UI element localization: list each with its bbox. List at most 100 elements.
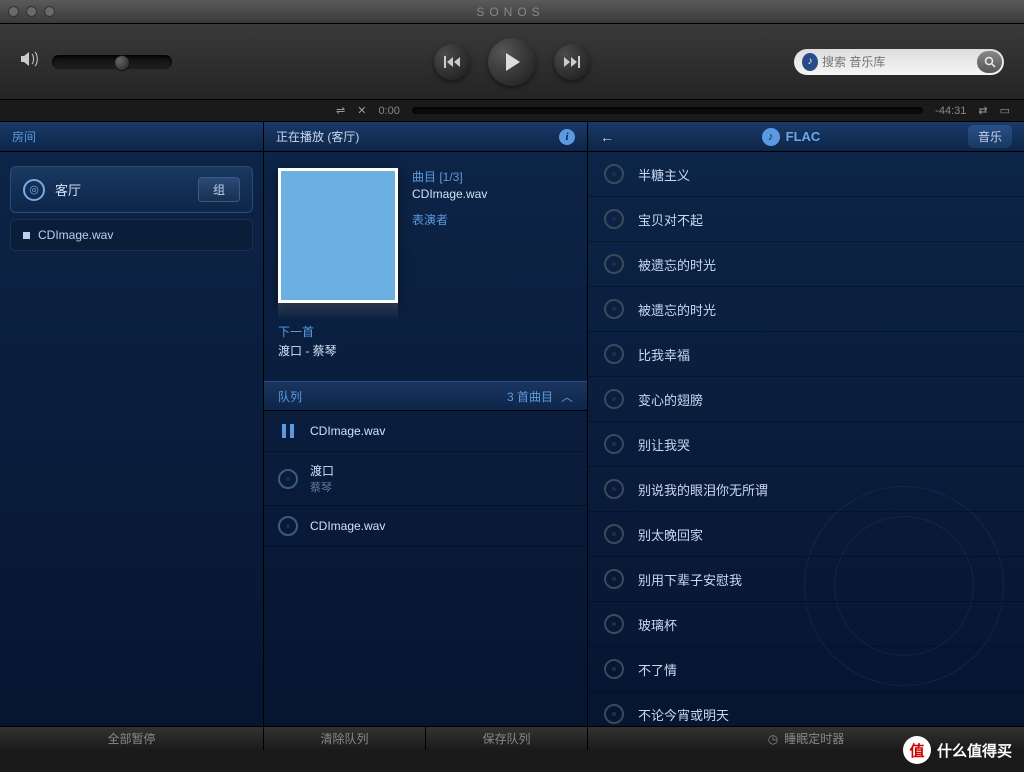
track-title: 别说我的眼泪你无所谓 (638, 480, 768, 499)
time-bar: ⇌ ✕ 0:00 -44:31 ⇄ ▭ (0, 100, 1024, 122)
library-track[interactable]: 变心的翅膀 (588, 377, 1024, 422)
room-track-name: CDImage.wav (38, 228, 113, 242)
disc-icon (604, 209, 624, 229)
library-track[interactable]: 别太晚回家 (588, 512, 1024, 557)
shuffle-icon[interactable]: ✕ (357, 104, 366, 117)
queue-count: 3 首曲目 (507, 388, 553, 405)
progress-bar[interactable] (412, 107, 923, 114)
prev-button[interactable] (434, 44, 470, 80)
play-button[interactable] (488, 38, 536, 86)
track-title: 不论今宵或明天 (638, 705, 729, 724)
speaker-icon: ◎ (23, 179, 45, 201)
library-track[interactable]: 别说我的眼泪你无所谓 (588, 467, 1024, 512)
queue-header: 队列 3 首曲目 ︿ (264, 381, 587, 411)
now-header-title: 正在播放 (客厅) (276, 128, 559, 145)
now-playing-info: 曲目 [1/3] CDImage.wav 表演者 (264, 152, 587, 319)
library-track[interactable]: 玻璃杯 (588, 602, 1024, 647)
track-title: 玻璃杯 (638, 615, 677, 634)
minimize-window[interactable] (26, 6, 37, 17)
library-track[interactable]: 比我幸福 (588, 332, 1024, 377)
app-title: SONOS (55, 5, 966, 19)
library-track[interactable]: 半糖主义 (588, 152, 1024, 197)
artist-label: 表演者 (412, 211, 487, 228)
repeat-icon[interactable]: ⇌ (336, 104, 345, 117)
search-box: ♪ (794, 49, 1004, 75)
chevron-up-icon[interactable]: ︿ (561, 388, 573, 405)
now-playing-header: 正在播放 (客厅) i (264, 122, 587, 152)
library-title: FLAC (786, 129, 821, 144)
track-title: 不了情 (638, 660, 677, 679)
elapsed-time: 0:00 (378, 105, 399, 117)
disc-icon (604, 524, 624, 544)
music-note-icon: ♪ (802, 53, 818, 71)
next-button[interactable] (554, 44, 590, 80)
library-track[interactable]: 不论今宵或明天 (588, 692, 1024, 726)
track-title: 别太晚回家 (638, 525, 703, 544)
next-label: 下一首 (278, 323, 573, 340)
disc-icon (604, 704, 624, 724)
queue-item-title: 渡口 (310, 462, 334, 479)
queue-item-artist: 蔡琴 (310, 479, 334, 495)
next-track: 渡口 - 蔡琴 (278, 342, 573, 359)
crossfade-icon[interactable]: ⇄ (978, 104, 987, 117)
eq-icon[interactable]: ▭ (1000, 104, 1010, 117)
now-playing-column: 正在播放 (客厅) i 曲目 [1/3] CDImage.wav 表演者 下一首… (264, 122, 588, 726)
info-icon[interactable]: i (559, 129, 575, 145)
next-track-info: 下一首 渡口 - 蔡琴 (264, 319, 587, 381)
queue-list: CDImage.wav 渡口蔡琴 CDImage.wav (264, 411, 587, 547)
volume-icon (20, 50, 40, 73)
save-queue-button[interactable]: 保存队列 (426, 727, 588, 750)
room-item[interactable]: ◎ 客厅 组 (10, 166, 253, 213)
queue-item[interactable]: 渡口蔡琴 (264, 452, 587, 506)
volume-slider[interactable] (52, 55, 172, 69)
disc-icon (278, 469, 298, 489)
group-button[interactable]: 组 (198, 177, 240, 202)
pause-icon (278, 421, 298, 441)
stop-icon (23, 232, 30, 239)
disc-icon (604, 344, 624, 364)
music-button[interactable]: 音乐 (968, 125, 1012, 148)
library-track[interactable]: 宝贝对不起 (588, 197, 1024, 242)
watermark: 值 什么值得买 (903, 736, 1012, 764)
toolbar: ♪ (0, 24, 1024, 100)
track-title: 别让我哭 (638, 435, 690, 454)
main-area: 房间 ◎ 客厅 组 CDImage.wav 正在播放 (客厅) i 曲目 [1/… (0, 122, 1024, 726)
library-track[interactable]: 不了情 (588, 647, 1024, 692)
queue-item-title: CDImage.wav (310, 519, 385, 533)
room-name: 客厅 (55, 180, 188, 199)
zoom-window[interactable] (44, 6, 55, 17)
track-title: 别用下辈子安慰我 (638, 570, 742, 589)
disc-icon (604, 659, 624, 679)
volume-knob[interactable] (114, 55, 130, 71)
library-track[interactable]: 别用下辈子安慰我 (588, 557, 1024, 602)
remaining-time: -44:31 (935, 105, 966, 117)
track-name: CDImage.wav (412, 187, 487, 201)
clear-queue-button[interactable]: 清除队列 (264, 727, 426, 750)
library-title-wrap: ♪ FLAC (614, 128, 968, 146)
disc-icon (278, 516, 298, 536)
search-input[interactable] (822, 55, 977, 69)
pause-all-button[interactable]: 全部暂停 (0, 727, 264, 750)
disc-icon (604, 389, 624, 409)
queue-item-title: CDImage.wav (310, 424, 385, 438)
back-button[interactable]: ← (600, 129, 614, 145)
album-art[interactable] (278, 168, 398, 303)
track-title: 变心的翅膀 (638, 390, 703, 409)
disc-icon (604, 614, 624, 634)
library-track[interactable]: 别让我哭 (588, 422, 1024, 467)
clock-icon: ◷ (768, 732, 778, 746)
search-button[interactable] (977, 51, 1002, 73)
queue-label: 队列 (278, 388, 507, 405)
track-title: 被遗忘的时光 (638, 300, 716, 319)
queue-item[interactable]: CDImage.wav (264, 506, 587, 547)
library-track[interactable]: 被遗忘的时光 (588, 242, 1024, 287)
room-track[interactable]: CDImage.wav (10, 219, 253, 251)
track-list: 半糖主义宝贝对不起被遗忘的时光被遗忘的时光比我幸福变心的翅膀别让我哭别说我的眼泪… (588, 152, 1024, 726)
footer: 全部暂停 清除队列 保存队列 ◷睡眠定时器 (0, 726, 1024, 750)
queue-item[interactable]: CDImage.wav (264, 411, 587, 452)
disc-icon (604, 254, 624, 274)
track-title: 比我幸福 (638, 345, 690, 364)
library-track[interactable]: 被遗忘的时光 (588, 287, 1024, 332)
close-window[interactable] (8, 6, 19, 17)
disc-icon (604, 569, 624, 589)
